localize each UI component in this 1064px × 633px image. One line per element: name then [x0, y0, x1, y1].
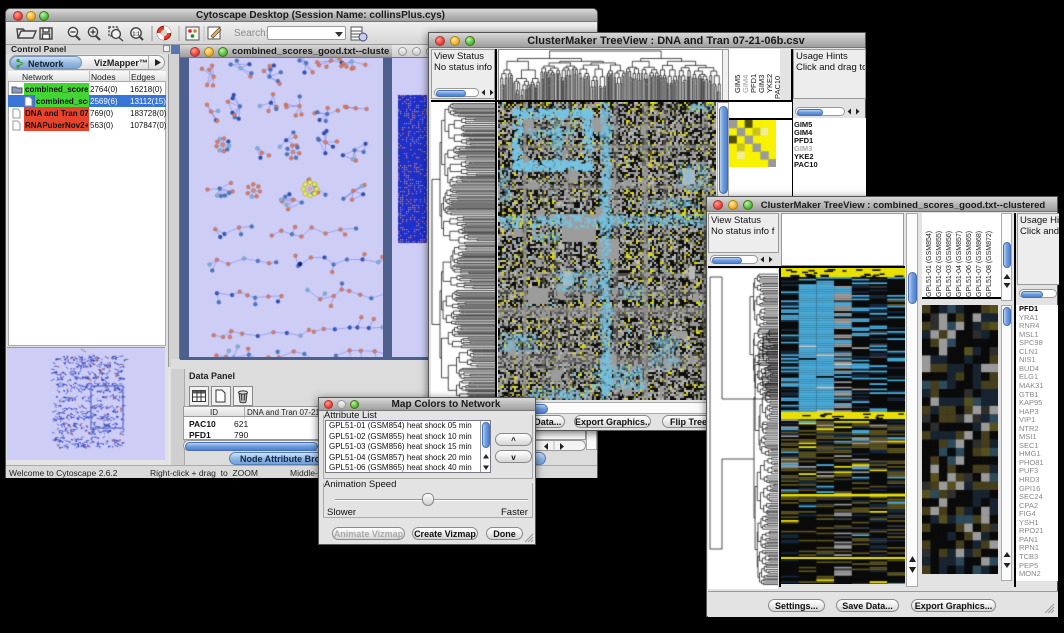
svg-text:1:1: 1:1 — [133, 32, 140, 38]
